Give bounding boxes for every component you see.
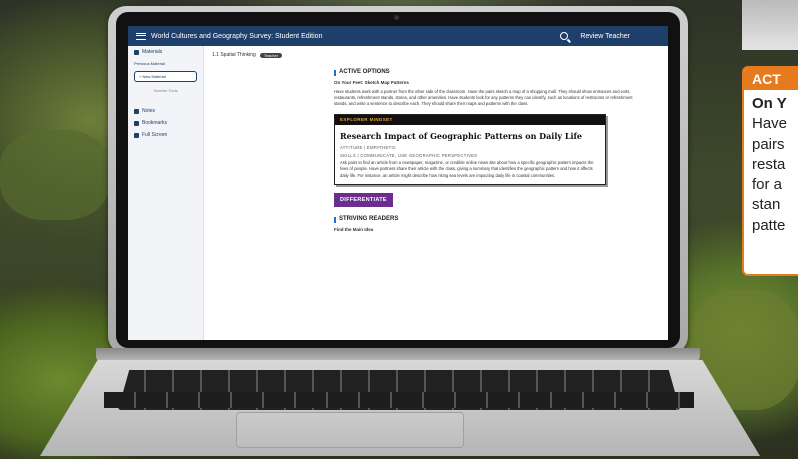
- active-options-subheading: On Your Feet: Sketch Map Patterns: [334, 80, 409, 85]
- callout-header: ACT: [744, 68, 798, 90]
- heading-bar: [334, 216, 336, 223]
- app-title: World Cultures and Geography Survey: Stu…: [151, 32, 323, 40]
- attitude-line: ATTITUDE | EMPATHETIC: [340, 145, 397, 151]
- sidebar: Materials Previous Material + New Materi…: [128, 46, 204, 340]
- sidebar-item-label: Bookmarks: [142, 120, 168, 126]
- sidebar-item-notes[interactable]: Notes: [128, 105, 203, 117]
- callout-line: patte: [752, 216, 786, 234]
- teacher-toggle-badge[interactable]: Teacher: [259, 52, 283, 58]
- callout-line: for a: [752, 176, 783, 193]
- callout-line: pairs: [752, 135, 785, 153]
- user-name[interactable]: Review Teacher: [580, 33, 630, 40]
- hamburger-menu-icon[interactable]: [136, 32, 146, 40]
- trackpad: [236, 412, 464, 448]
- webcam: [394, 15, 399, 20]
- differentiate-button[interactable]: DIFFERENTIATE: [334, 192, 393, 208]
- explorer-mindset-box: EXPLORER MINDSET Research Impact of Geog…: [334, 113, 606, 185]
- notes-icon: [134, 108, 139, 114]
- heading-text: ACTIVE OPTIONS: [339, 69, 390, 75]
- laptop-hinge: [96, 348, 700, 362]
- keyboard-row: [104, 392, 694, 408]
- active-options-body: Have students work with a partner from t…: [334, 88, 633, 107]
- laptop-screen: World Cultures and Geography Survey: Stu…: [128, 26, 668, 340]
- skills-line: SKILLS | COMMUNICATE, USE GEOGRAPHIC PER…: [340, 152, 478, 158]
- heading-bar: [334, 69, 336, 76]
- bookmark-icon: [134, 120, 139, 126]
- callout-line: stan: [752, 196, 781, 214]
- sidebar-item-bookmarks[interactable]: Bookmarks: [128, 117, 203, 129]
- striving-readers-heading: STRIVING READERS: [334, 215, 634, 224]
- sidebar-item-label: Materials: [142, 49, 163, 55]
- section-title: 1.1 Spatial Thinking: [212, 52, 256, 58]
- callout-line: Have: [752, 115, 788, 133]
- app-header: World Cultures and Geography Survey: Stu…: [128, 26, 668, 46]
- striving-subheading: Find the Main Idea: [334, 227, 374, 233]
- breadcrumb: 1.1 Spatial Thinking Teacher: [212, 52, 283, 58]
- previous-material-label: Previous Material: [134, 61, 165, 66]
- sidebar-item-materials[interactable]: Materials: [128, 46, 203, 58]
- new-material-button[interactable]: + New Material: [134, 71, 197, 82]
- explorer-body: Ask pairs to find an article from a news…: [340, 159, 594, 178]
- explorer-title: Research Impact of Geographic Patterns o…: [340, 131, 583, 142]
- previous-material-link[interactable]: Previous Material: [128, 58, 203, 69]
- zoom-callout: ACT On Y Have pairs resta for a stan pat…: [742, 66, 798, 276]
- explorer-mindset-header: EXPLORER MINDSET: [335, 114, 605, 126]
- main-content: ACTIVE OPTIONS On Your Feet: Sketch Map …: [334, 68, 634, 236]
- search-icon[interactable]: [560, 32, 569, 40]
- teacher-tools-label: Teacher Tools: [153, 88, 178, 93]
- callout-subheading: On Y: [752, 95, 787, 112]
- fullscreen-icon: [134, 132, 139, 138]
- background-photo-corner: [742, 0, 798, 50]
- sidebar-item-label: Notes: [142, 108, 156, 114]
- active-options-heading: ACTIVE OPTIONS: [334, 68, 634, 77]
- heading-text: STRIVING READERS: [339, 216, 399, 223]
- mossy-rock: [0, 130, 110, 220]
- sidebar-item-fullscreen[interactable]: Full Screen: [128, 129, 203, 141]
- materials-icon: [134, 49, 139, 55]
- sidebar-item-label: Full Screen: [142, 132, 168, 138]
- callout-line: resta: [752, 155, 786, 173]
